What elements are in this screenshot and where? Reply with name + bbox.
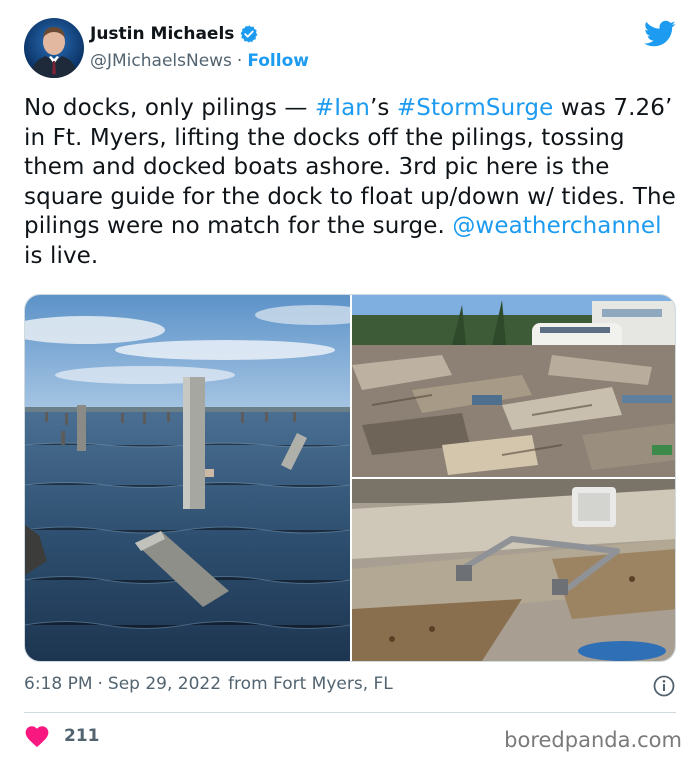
- storm-debris-boats-photo[interactable]: [352, 295, 675, 477]
- source-watermark: boredpanda.com: [504, 728, 682, 752]
- pilings-in-water-photo[interactable]: [25, 295, 350, 661]
- handle-separator: ·: [236, 51, 243, 71]
- avatar[interactable]: [24, 18, 84, 78]
- tweet-location: from Fort Myers, FL: [228, 674, 393, 694]
- tweet-text-segment: No docks, only pilings —: [24, 95, 315, 121]
- tweet-text-segment: ’s: [369, 95, 397, 121]
- mention-weatherchannel-link[interactable]: @weatherchannel: [452, 213, 661, 239]
- author-name[interactable]: Justin Michaels: [90, 24, 234, 44]
- tweet-meta: 6:18 PM · Sep 29, 2022 from Fort Myers, …: [24, 674, 393, 694]
- follow-button[interactable]: Follow: [247, 51, 309, 71]
- author-handle[interactable]: @JMichaelsNews: [90, 51, 232, 71]
- dock-guide-photo[interactable]: [352, 479, 675, 661]
- tweet-time[interactable]: 6:18 PM: [24, 674, 93, 694]
- twitter-bird-icon[interactable]: [644, 20, 676, 48]
- divider: [24, 712, 676, 713]
- hashtag-stormsurge-link[interactable]: #StormSurge: [397, 95, 554, 121]
- tweet-header: Justin Michaels @JMichaelsNews · Follow: [24, 18, 676, 80]
- hashtag-ian-link[interactable]: #Ian: [315, 95, 370, 121]
- tweet-date[interactable]: Sep 29, 2022: [108, 674, 221, 694]
- media-grid: [24, 294, 676, 662]
- meta-separator: ·: [97, 674, 103, 694]
- verified-badge-icon: [239, 24, 259, 44]
- like-action[interactable]: 211: [24, 724, 100, 748]
- tweet-text-segment: is live.: [24, 242, 99, 269]
- author-handle-row: @JMichaelsNews · Follow: [90, 51, 309, 71]
- tweet-text: No docks, only pilings — #Ian’s #StormSu…: [24, 94, 684, 271]
- heart-icon[interactable]: [24, 724, 50, 748]
- author-name-row: Justin Michaels: [90, 24, 259, 44]
- info-icon[interactable]: [652, 674, 676, 698]
- like-count: 211: [64, 726, 100, 746]
